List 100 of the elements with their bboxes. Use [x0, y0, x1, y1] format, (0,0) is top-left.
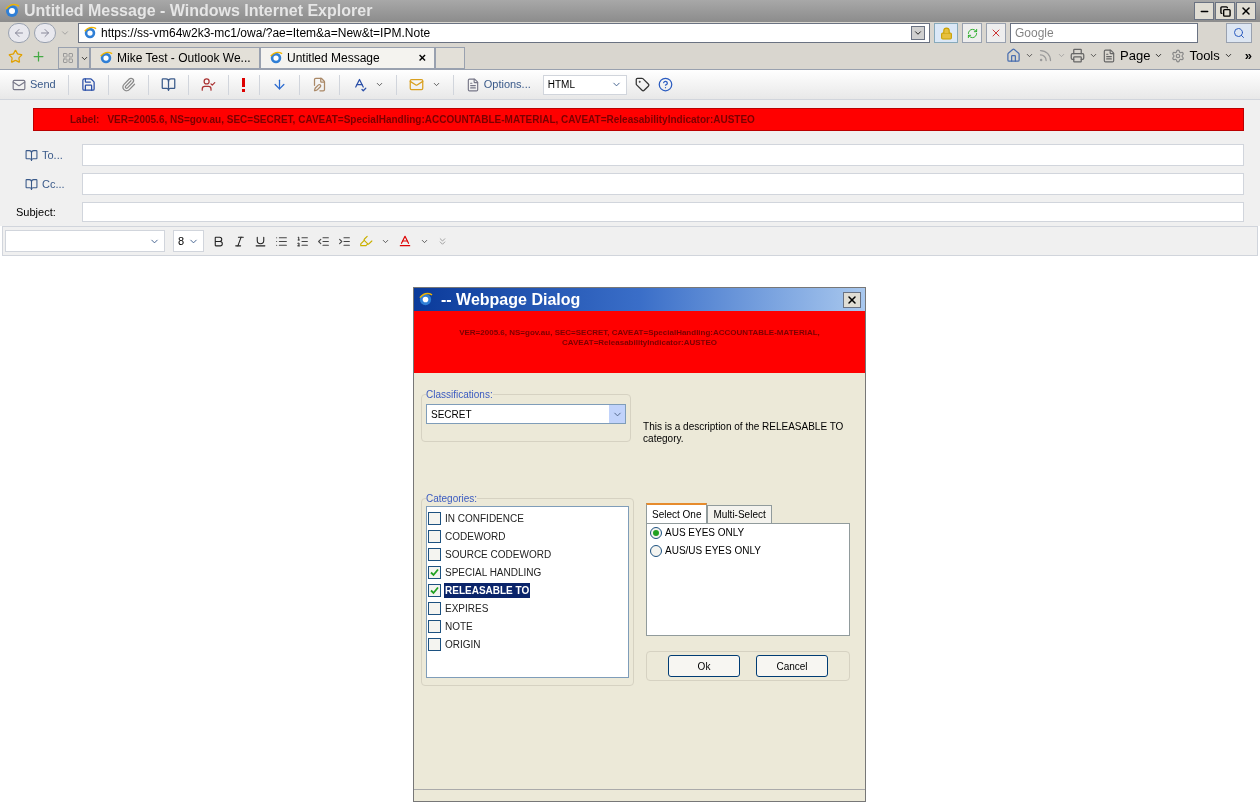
check-names-icon[interactable] — [200, 77, 216, 92]
low-importance-icon[interactable] — [271, 77, 287, 92]
favorites-star-icon[interactable] — [8, 49, 23, 64]
category-checkbox[interactable] — [428, 547, 441, 561]
caret-icon — [1223, 51, 1233, 60]
caret-icon[interactable] — [374, 80, 384, 89]
recipient-field[interactable] — [82, 173, 1244, 195]
refresh-button[interactable] — [962, 23, 982, 43]
caret-icon[interactable] — [431, 80, 441, 89]
send-button[interactable]: Send — [12, 76, 56, 93]
close-icon — [846, 293, 858, 306]
tab-close-button[interactable]: × — [418, 48, 426, 68]
category-checkbox[interactable] — [428, 619, 441, 633]
category-label[interactable]: IN CONFIDENCE — [444, 510, 525, 526]
save-icon[interactable] — [80, 77, 96, 92]
banner-text: VER=2005.6, NS=gov.au, SEC=SECRET, CAVEAT=SpecialHandling:ACCOUNTABLE-MATERIAL, CAVEAT=ReleasabilityIndicator:AUSTEO — [458, 328, 821, 348]
close-icon — [1240, 5, 1252, 17]
address-book-icon[interactable] — [160, 77, 176, 92]
tab-title: Mike Test - Outlook We... — [117, 50, 251, 67]
category-description: This is a description of the RELEASABLE TO category. — [643, 421, 845, 445]
envelope-icon — [12, 77, 26, 92]
signature-icon[interactable] — [311, 77, 327, 92]
recipient-button[interactable]: To... — [16, 146, 82, 164]
recipient-field[interactable] — [82, 144, 1244, 166]
page-label: Page — [1120, 46, 1151, 65]
caret-icon[interactable] — [1089, 51, 1099, 60]
caret-icon[interactable] — [1025, 51, 1035, 60]
envelope-icon[interactable] — [408, 77, 424, 92]
category-checkbox[interactable] — [428, 529, 441, 543]
document-icon — [465, 77, 480, 92]
high-importance-icon[interactable] — [240, 77, 247, 92]
browser-logo-icon — [4, 3, 20, 19]
home-icon[interactable] — [1006, 48, 1022, 63]
font-color-icon[interactable] — [398, 234, 413, 248]
underline-icon[interactable] — [254, 234, 268, 248]
page-menu[interactable]: Page — [1102, 45, 1164, 66]
address-book-icon — [25, 177, 38, 191]
option-label: AUS EYES ONLY — [665, 526, 745, 540]
help-icon[interactable] — [657, 77, 673, 92]
dialog-button[interactable]: Cancel — [756, 655, 828, 677]
dialog-button[interactable]: Ok — [668, 655, 740, 677]
address-field[interactable]: https://ss-vm64w2k3-mc1/owa/?ae=Item&a=New&t=IPM.Note — [78, 23, 930, 43]
address-dropdown-button[interactable] — [911, 26, 925, 40]
restore-button[interactable] — [1215, 2, 1235, 20]
category-label[interactable]: SPECIAL HANDLING — [444, 564, 543, 580]
browser-tab[interactable]: Untitled Message × — [260, 47, 435, 69]
category-label[interactable]: ORIGIN — [444, 636, 482, 652]
tools-menu[interactable]: Tools — [1171, 45, 1233, 66]
stop-button[interactable] — [986, 23, 1006, 43]
window-title: Untitled Message - Windows Internet Explorer — [24, 1, 373, 21]
format-select[interactable]: HTML — [542, 74, 627, 95]
category-label[interactable]: SOURCE CODEWORD — [444, 546, 553, 562]
tab-title: Untitled Message — [287, 50, 380, 67]
gear-icon — [1171, 48, 1186, 63]
dialog-close-button[interactable] — [843, 291, 861, 308]
subject-field[interactable] — [82, 202, 1244, 222]
category-checkbox[interactable] — [428, 511, 441, 525]
classifications-label: Classifications: — [426, 388, 493, 402]
category-checkbox[interactable] — [428, 583, 441, 597]
options-button[interactable]: Options... — [465, 76, 531, 93]
indent-icon[interactable] — [338, 234, 352, 248]
font-size-select[interactable]: 8 — [173, 230, 205, 252]
recipient-button[interactable]: Cc... — [16, 175, 82, 193]
category-checkbox[interactable] — [428, 637, 441, 651]
outdent-icon[interactable] — [317, 234, 331, 248]
selection-tab[interactable]: Multi-Select — [707, 505, 772, 523]
minimize-button[interactable] — [1194, 2, 1214, 20]
dialog-title: -- Webpage Dialog — [441, 289, 581, 310]
category-checkbox[interactable] — [428, 565, 441, 579]
bold-icon[interactable] — [212, 234, 226, 248]
numbering-icon[interactable] — [296, 234, 310, 248]
category-label[interactable]: NOTE — [444, 618, 474, 634]
label-prefix: Label: — [70, 113, 100, 127]
bullets-icon[interactable] — [275, 234, 289, 248]
radio-button[interactable] — [650, 544, 662, 557]
classification-select[interactable]: SECRET — [426, 404, 627, 424]
radio-button[interactable] — [650, 526, 662, 539]
label-icon[interactable] — [634, 77, 650, 92]
format-value: HTML — [547, 78, 575, 92]
forward-arrow-icon — [39, 27, 51, 39]
more-tools-button[interactable]: » — [1244, 45, 1252, 66]
close-button[interactable] — [1236, 2, 1256, 20]
category-label[interactable]: CODEWORD — [444, 528, 507, 544]
category-label[interactable]: EXPIRES — [444, 600, 490, 616]
print-icon[interactable] — [1070, 48, 1086, 63]
grid-icon — [62, 52, 74, 64]
recipient-label: Cc... — [42, 176, 65, 192]
browser-tab[interactable]: Mike Test - Outlook We... — [90, 47, 260, 69]
refresh-icon — [966, 27, 978, 39]
caret-icon — [1154, 51, 1164, 60]
search-field[interactable]: Google — [1010, 23, 1198, 43]
category-checkbox[interactable] — [428, 601, 441, 615]
categories-label: Categories: — [426, 492, 478, 506]
category-label[interactable]: RELEASABLE TO — [444, 582, 531, 598]
italic-icon[interactable] — [233, 234, 247, 248]
stop-icon — [990, 27, 1002, 39]
subject-label: Subject: — [16, 204, 57, 220]
dialog-icon — [418, 292, 433, 307]
selection-tab[interactable]: Select One — [646, 503, 708, 523]
paperclip-icon[interactable] — [120, 77, 136, 92]
